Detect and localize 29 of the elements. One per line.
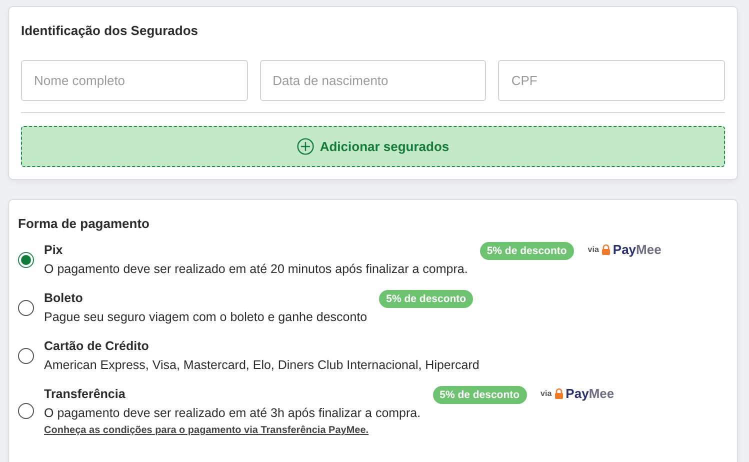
input-field[interactable]: Nome completo: [21, 60, 248, 101]
option-description: O pagamento deve ser realizado em até 20 minutos após finalizar a compra.: [44, 261, 468, 278]
section-title: Forma de pagamento: [18, 216, 150, 231]
input-field[interactable]: Data de nascimento: [260, 60, 486, 101]
via-label: via: [540, 389, 552, 398]
option-description: American Express, Visa, Mastercard, Elo, Diners Club Internacional, Hipercard: [44, 357, 480, 374]
plus-circle-icon: [296, 138, 314, 155]
discount-badge: 5% de desconto: [480, 242, 574, 260]
brand-logo: PayMee: [612, 242, 662, 257]
option-title: Cartão de Crédito: [44, 338, 150, 355]
discount-badge: 5% de desconto: [432, 386, 527, 404]
option-description: Pague seu seguro viagem com o boleto e ganhe desconto: [44, 309, 368, 326]
option-title: Boleto: [44, 290, 84, 307]
radio-button[interactable]: [18, 252, 34, 268]
option-description: O pagamento deve ser realizado em até 3h após finalizar a compra.: [44, 405, 421, 422]
radio-button[interactable]: [18, 300, 34, 316]
padlock-icon: [554, 388, 563, 399]
option-title: Transferência: [44, 386, 126, 403]
brand-logo: PayMee: [566, 386, 614, 401]
radio-button[interactable]: [18, 402, 34, 418]
radio-button[interactable]: [18, 348, 34, 364]
input-field[interactable]: CPF: [498, 60, 725, 101]
padlock-icon: [602, 244, 610, 255]
discount-badge: 5% de desconto: [379, 290, 474, 308]
section-title: Identificação dos Segurados: [21, 23, 199, 38]
conditions-link[interactable]: Conheça as condições para o pagamento via Transferência PayMee.: [44, 425, 421, 436]
add-insured-button[interactable]: Adicionar segurados: [21, 126, 725, 167]
option-title: Pix: [44, 242, 64, 259]
via-label: via: [588, 245, 599, 254]
